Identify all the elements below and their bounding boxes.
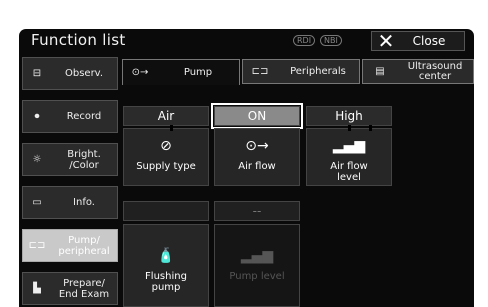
sidebar-item-observ[interactable]: ⊟ Observ. [22, 57, 118, 90]
sidebar-label: Prepare/ End Exam [58, 277, 110, 300]
sidebar-label: Bright. /Color [67, 148, 101, 171]
separator [348, 125, 351, 131]
air-flow-level-button[interactable]: ▂▄▆ Air flow level [306, 128, 392, 186]
tab-label: Peripherals [290, 65, 346, 77]
exam-icon: ▙ [33, 283, 41, 294]
sidebar-item-record[interactable]: ⏺ Record [22, 100, 118, 133]
separator [170, 125, 173, 131]
tab-pump[interactable]: ⊙→ Pump [122, 59, 240, 85]
pump-icon: ⊙→ [131, 67, 149, 78]
sidebar-label: Record [66, 111, 102, 122]
pump-level-header: -- [214, 201, 300, 221]
card-label: Flushing pump [145, 271, 187, 293]
flushing-pump-button[interactable]: 🧴 Flushing pump [123, 224, 209, 307]
sidebar-item-info[interactable]: ▭ Info. [22, 186, 118, 219]
sidebar-item-prepare-end-exam[interactable]: ▙ Prepare/ End Exam [22, 272, 118, 305]
close-x-icon: ✕ [377, 29, 395, 53]
function-list-panel: Function list RDI NBI ✕ Close ⊟ Observ. … [19, 29, 474, 307]
supply-type-icon: ⊘ [160, 138, 172, 154]
separator [369, 125, 372, 131]
air-flow-button[interactable]: ⊙→ Air flow [214, 128, 300, 186]
tab-label: Ultrasound center [407, 60, 463, 82]
tab-peripherals[interactable]: ⊏⊐ Peripherals [242, 59, 360, 84]
record-icon: ⏺ [34, 111, 40, 122]
air-flow-icon: ⊙→ [245, 138, 269, 154]
sidebar-item-bright-color[interactable]: ☼ Bright. /Color [22, 143, 118, 176]
flushing-header [123, 201, 209, 221]
card-label: Supply type [136, 161, 196, 172]
card-label: Air flow [238, 161, 276, 172]
nbi-indicator: NBI [320, 35, 342, 46]
peripherals-icon: ⊏⊐ [251, 66, 269, 77]
sidebar-label: Info. [73, 197, 95, 208]
supply-header[interactable]: Air [123, 106, 209, 126]
sidebar-item-pump-peripheral[interactable]: ⊏⊐ Pump/ peripheral [22, 229, 118, 262]
close-label: Close [412, 34, 446, 48]
card-label: Air flow level [330, 161, 368, 183]
panel-title: Function list [31, 31, 126, 49]
air-flow-level-header[interactable]: High [306, 106, 392, 126]
flushing-pump-icon: 🧴 [157, 248, 175, 264]
ultrasound-icon: ▤ [375, 66, 385, 77]
pump-level-button: ▂▄▆ Pump level [214, 224, 300, 307]
tab-label: Pump [183, 66, 213, 78]
rdi-indicator: RDI [293, 35, 316, 46]
brightness-icon: ☼ [32, 154, 42, 165]
level-bars-icon: ▂▄▆ [332, 138, 366, 154]
level-bars-icon: ▂▄▆ [240, 248, 274, 264]
sidebar-label: Pump/ peripheral [58, 234, 110, 257]
info-icon: ▭ [32, 197, 42, 208]
tab-ultrasound-center[interactable]: ▤ Ultrasound center [362, 59, 474, 84]
supply-type-button[interactable]: ⊘ Supply type [123, 128, 209, 186]
close-button[interactable]: ✕ Close [371, 31, 465, 51]
sidebar-label: Observ. [64, 68, 103, 79]
air-flow-on-header[interactable]: ON [211, 103, 303, 129]
observe-icon: ⊟ [32, 68, 42, 79]
card-label: Pump level [229, 271, 285, 282]
pump-peripheral-icon: ⊏⊐ [28, 240, 46, 251]
